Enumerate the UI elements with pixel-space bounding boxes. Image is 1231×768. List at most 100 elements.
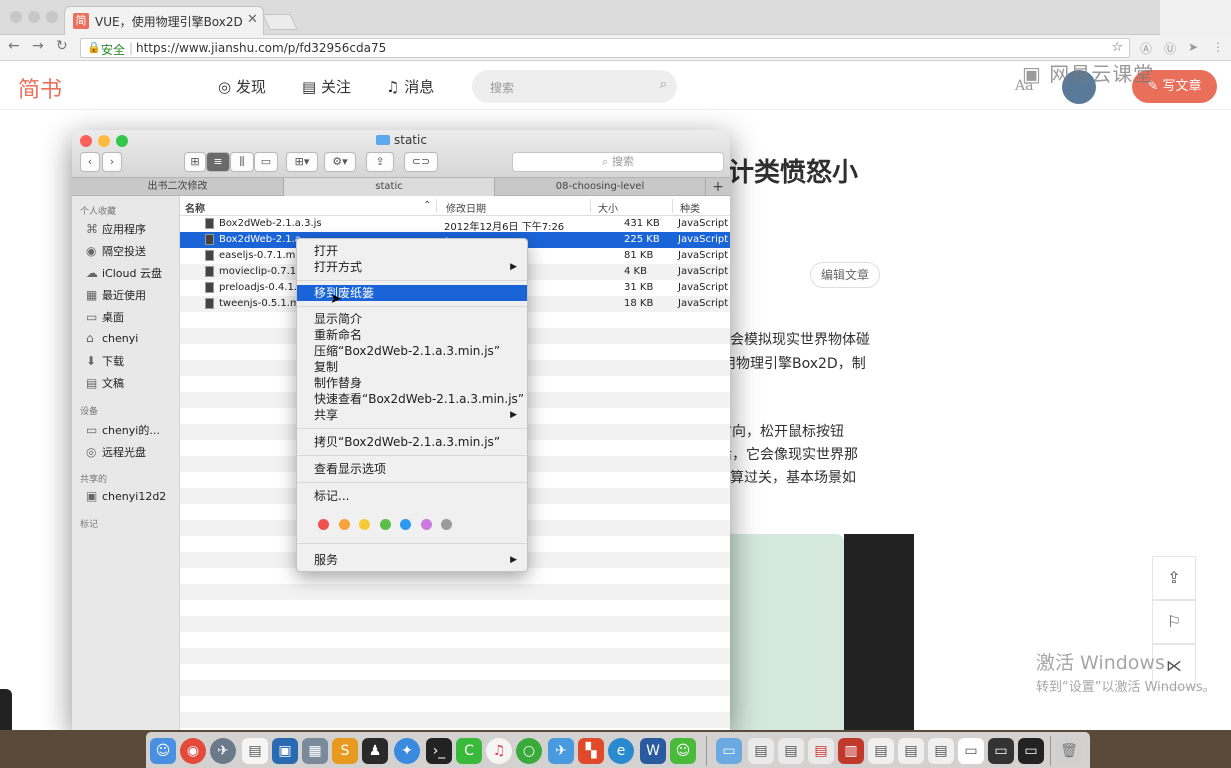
extension-u-icon[interactable]: Ⓤ (1164, 40, 1178, 56)
sidebar-item-documents[interactable]: ▤ 文稿 (86, 375, 124, 391)
reader-dock-icon[interactable]: ♟ (362, 738, 388, 764)
window-thumb-dock-icon[interactable]: ▭ (988, 738, 1014, 764)
menu-item-open[interactable]: 打开 (297, 243, 527, 259)
launchpad-dock-icon[interactable]: ✈ (210, 738, 236, 764)
tag-color-dot[interactable] (420, 519, 432, 530)
finder-close-button[interactable] (80, 135, 92, 147)
photo-dock-icon[interactable]: ▣ (272, 738, 298, 764)
doc-thumb-dock-icon[interactable]: ▤ (928, 738, 954, 764)
url-bar[interactable]: 🔒 安全 | https://www.jianshu.com/p/fd32956… (80, 38, 1130, 58)
share-up-button[interactable]: ⇪ (1152, 556, 1196, 600)
trash-dock-icon[interactable]: 🗑 (1056, 738, 1082, 764)
nav-follow[interactable]: ▤ 关注 (302, 76, 351, 97)
camtasia-dock-icon[interactable]: C (456, 738, 482, 764)
wechat-dock-icon[interactable]: ☺ (670, 738, 696, 764)
edit-article-button[interactable]: 编辑文章 (810, 262, 880, 288)
finder-dock-icon[interactable]: ☺ (150, 738, 176, 764)
file-row[interactable]: Box2dWeb-2.1.a.3.js 2012年12月6日 下午7:26 431 … (180, 216, 730, 233)
doc-thumb-dock-icon[interactable]: ▤ (748, 738, 774, 764)
sublime-dock-icon[interactable]: S (332, 738, 358, 764)
menu-item-view-options[interactable]: 查看显示选项 (297, 461, 527, 477)
word-dock-icon[interactable]: W (640, 738, 666, 764)
tag-color-dot[interactable] (441, 519, 452, 530)
nav-messages[interactable]: ♫ 消息 (386, 76, 434, 97)
bookmark-button[interactable]: ⚐ (1152, 600, 1196, 644)
list-view-button[interactable]: ≡ (206, 152, 230, 172)
column-divider[interactable] (436, 199, 437, 213)
minimize-window-button[interactable] (28, 11, 40, 23)
chrome-dock-icon[interactable]: ◉ (180, 738, 206, 764)
preview-dock-icon[interactable]: ▦ (302, 738, 328, 764)
menu-icon[interactable]: ⋮ (1212, 40, 1226, 54)
column-divider[interactable] (672, 199, 673, 213)
tag-button[interactable]: ⊂⊃ (404, 152, 438, 172)
tag-color-dot[interactable] (400, 519, 411, 530)
sidebar-item-recents[interactable]: ▦ 最近使用 (86, 287, 146, 303)
menu-item-copy[interactable]: 拷贝“Box2dWeb-2.1.a.3.min.js” (297, 434, 527, 450)
terminal-dock-icon[interactable]: ›_ (426, 738, 452, 764)
finder-zoom-button[interactable] (116, 135, 128, 147)
tag-color-dot[interactable] (318, 519, 329, 530)
book-thumb-dock-icon[interactable]: ▥ (838, 738, 864, 764)
close-window-button[interactable] (10, 11, 22, 23)
finder-tab[interactable]: 08-choosing-level (495, 178, 706, 196)
sidebar-item-applications[interactable]: ⌘ 应用程序 (86, 221, 146, 237)
new-tab-plus-icon[interactable]: + (706, 178, 730, 196)
group-by-button[interactable]: ⊞▾ (286, 152, 318, 172)
doc-thumb-dock-icon[interactable]: ▤ (778, 738, 804, 764)
doc-thumb-dock-icon[interactable]: ▤ (868, 738, 894, 764)
column-date[interactable]: 修改日期 (446, 200, 486, 215)
sidebar-item-computer[interactable]: ▭ chenyi的... (86, 422, 160, 438)
sidebar-item-airdrop[interactable]: ◉ 隔空投送 (86, 243, 146, 259)
tag-color-dot[interactable] (338, 519, 350, 530)
ie-dock-icon[interactable]: e (608, 738, 634, 764)
finder-back-button[interactable]: ‹ (80, 152, 100, 172)
back-icon[interactable]: ← (8, 38, 20, 54)
sidebar-item-remote-disc[interactable]: ◎ 远程光盘 (86, 444, 146, 460)
bookmark-star-icon[interactable]: ☆ (1111, 40, 1123, 55)
window-thumb-dock-icon[interactable]: ▭ (1018, 738, 1044, 764)
extension-a-icon[interactable]: Ⓐ (1140, 40, 1154, 56)
url-text[interactable]: https://www.jianshu.com/p/fd32956cda75 (136, 41, 386, 55)
extension-send-icon[interactable]: ➤ (1188, 40, 1202, 54)
menu-item-tags[interactable]: 标记... (297, 488, 527, 504)
safari-dock-icon[interactable]: ✦ (394, 738, 420, 764)
finder-tab-active[interactable]: static (284, 178, 495, 196)
sidebar-item-icloud[interactable]: ☁ iCloud 云盘 (86, 265, 162, 281)
share-button[interactable]: ⇪ (366, 152, 394, 172)
icon-view-button[interactable]: ⊞ (184, 152, 206, 172)
menu-item-share[interactable]: 共享 ▶ (297, 407, 527, 423)
finder-minimize-button[interactable] (98, 135, 110, 147)
menu-item-get-info[interactable]: 显示简介 (297, 311, 527, 327)
folder-dock-icon[interactable]: ▭ (716, 738, 742, 764)
sidebar-item-desktop[interactable]: ▭ 桌面 (86, 309, 124, 325)
forward-icon[interactable]: → (32, 38, 44, 54)
search-icon[interactable]: ⌕ (660, 77, 667, 92)
gallery-view-button[interactable]: ▭ (254, 152, 278, 172)
notes-dock-icon[interactable]: ▤ (242, 738, 268, 764)
music-dock-icon[interactable]: ♫ (486, 738, 512, 764)
menu-item-services[interactable]: 服务 ▶ (297, 552, 527, 568)
column-view-button[interactable]: ⫼ (230, 152, 254, 172)
sidebar-item-shared-host[interactable]: ▣ chenyi12d2 (86, 489, 166, 503)
nav-discover[interactable]: ◎ 发现 (218, 76, 266, 97)
feishu-dock-icon[interactable]: ✈ (548, 738, 574, 764)
finder-search-field[interactable]: ⌕ 搜索 (512, 152, 724, 172)
menu-item-compress[interactable]: 压缩“Box2dWeb-2.1.a.3.min.js” (297, 343, 527, 359)
sidebar-item-downloads[interactable]: ⬇ 下载 (86, 353, 124, 369)
menu-item-make-alias[interactable]: 制作替身 (297, 375, 527, 391)
sidebar-item-home[interactable]: ⌂ chenyi (86, 331, 138, 345)
new-tab-button[interactable] (262, 14, 298, 30)
column-kind[interactable]: 种类 (680, 200, 700, 215)
close-tab-icon[interactable]: ✕ (247, 12, 258, 27)
site-logo[interactable]: 简书 (18, 72, 62, 104)
doc-thumb-dock-icon[interactable]: ▤ (898, 738, 924, 764)
office-dock-icon[interactable]: ▚ (578, 738, 604, 764)
menu-item-duplicate[interactable]: 复制 (297, 359, 527, 375)
profile-area[interactable] (1160, 0, 1231, 35)
menu-item-open-with[interactable]: 打开方式 ▶ (297, 259, 527, 275)
action-gear-button[interactable]: ⚙▾ (324, 152, 356, 172)
column-divider[interactable] (590, 199, 591, 213)
menu-item-quick-look[interactable]: 快速查看“Box2dWeb-2.1.a.3.min.js” (297, 391, 527, 407)
column-size[interactable]: 大小 (598, 200, 618, 215)
